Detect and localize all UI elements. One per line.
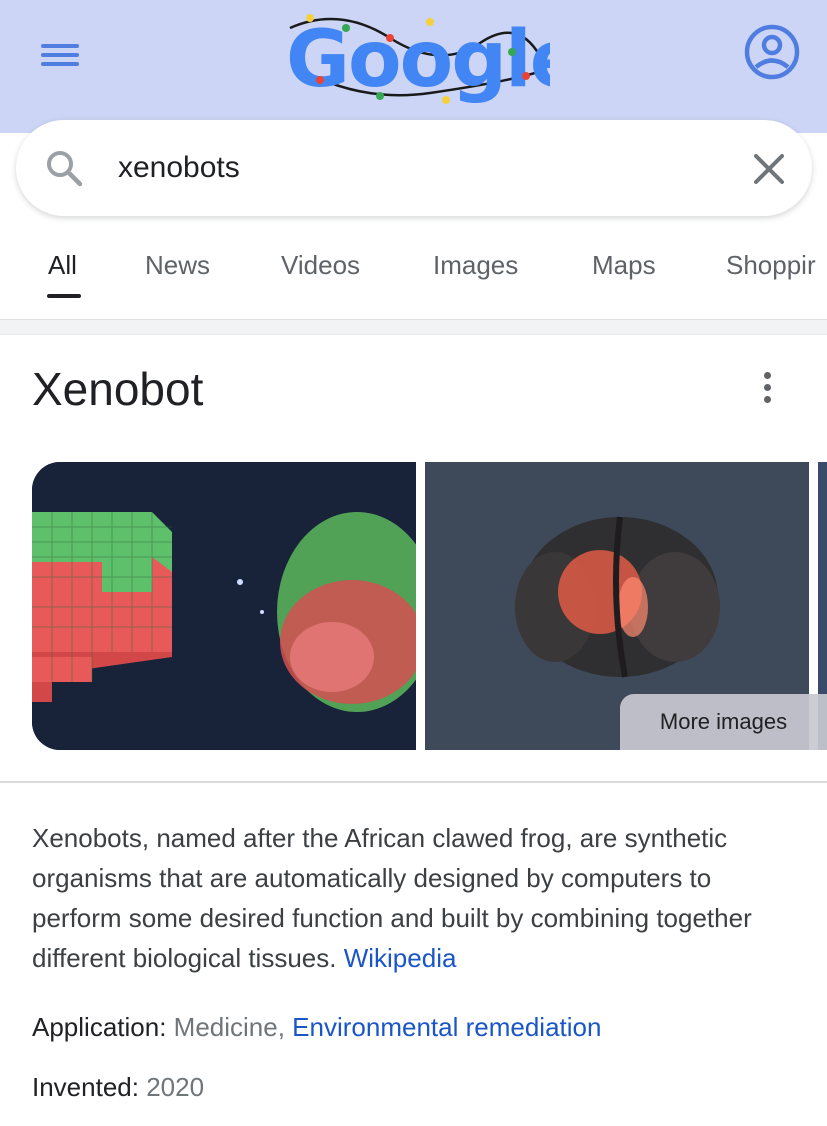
account-icon[interactable] [744, 24, 800, 80]
tab-images[interactable]: Images [433, 250, 518, 281]
knowledge-panel-title: Xenobot [32, 363, 204, 415]
tab-divider [0, 319, 827, 335]
search-input[interactable] [118, 146, 718, 190]
fact-label: Invented: [32, 1072, 139, 1102]
more-images-button[interactable]: More images [620, 694, 827, 750]
wikipedia-link[interactable]: Wikipedia [344, 943, 457, 973]
fact-label: Application: [32, 1012, 167, 1042]
fact-value: 2020 [146, 1072, 205, 1102]
description-block: Xenobots, named after the African clawed… [32, 818, 802, 978]
logo-text: Google [286, 15, 550, 105]
tab-shopping[interactable]: Shoppir [726, 250, 816, 281]
xenobot-image-1[interactable] [32, 462, 416, 750]
active-tab-indicator [47, 294, 81, 298]
fact-value: Medicine, [173, 1012, 285, 1042]
svg-text:Google: Google [286, 15, 550, 105]
tab-videos[interactable]: Videos [281, 250, 360, 281]
menu-icon [41, 44, 79, 48]
tab-maps[interactable]: Maps [592, 250, 656, 281]
clear-search-icon[interactable] [748, 148, 790, 190]
fact-application: Application: Medicine, Environmental rem… [32, 1012, 601, 1043]
tab-news[interactable]: News [145, 250, 210, 281]
fact-invented: Invented: 2020 [32, 1072, 204, 1103]
environmental-remediation-link[interactable]: Environmental remediation [292, 1012, 601, 1042]
menu-button[interactable] [38, 38, 82, 72]
google-doodle-logo[interactable]: Google [280, 8, 550, 113]
search-tabs: All News Videos Images Maps Shoppir [0, 230, 827, 310]
tab-all[interactable]: All [48, 250, 77, 281]
more-options-icon[interactable] [754, 370, 782, 406]
search-icon[interactable] [44, 148, 84, 188]
section-divider [0, 781, 827, 783]
